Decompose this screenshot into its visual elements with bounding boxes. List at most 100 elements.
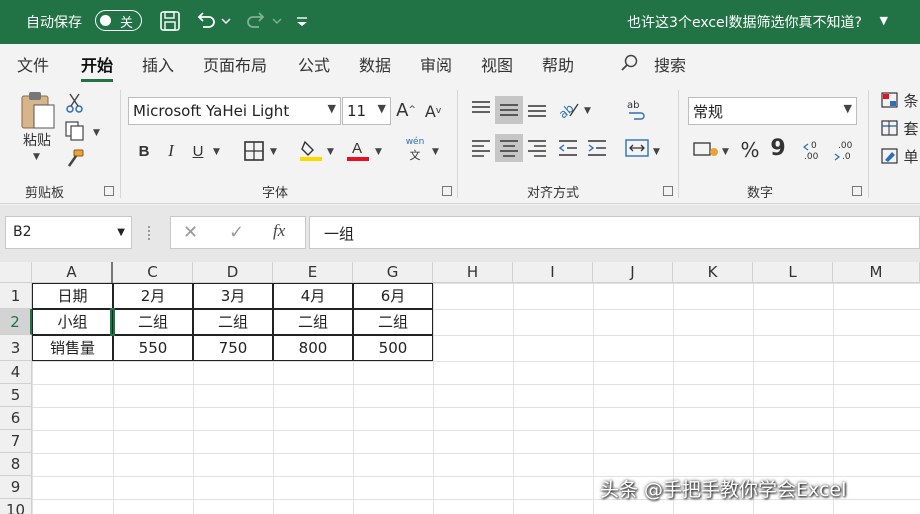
orientation-dropdown-icon[interactable]: ▼ <box>584 106 591 116</box>
format-painter-icon[interactable] <box>64 148 86 170</box>
align-top-icon[interactable] <box>469 98 493 120</box>
enter-icon[interactable]: ✓ <box>229 222 244 243</box>
copy-icon[interactable] <box>64 120 86 142</box>
cancel-icon[interactable]: ✕ <box>183 222 198 243</box>
align-center-icon[interactable] <box>495 134 523 162</box>
name-box[interactable]: B2 ▼ <box>5 216 132 249</box>
tab-help[interactable]: 帮助 <box>542 52 574 76</box>
column-header-g[interactable]: G <box>353 262 433 283</box>
fill-color-dropdown-icon[interactable]: ▼ <box>327 147 334 157</box>
cell-styles-icon[interactable] <box>880 146 900 166</box>
number-format-select[interactable]: 常规 ▼ <box>688 97 857 125</box>
font-size-select[interactable]: 11 ▼ <box>342 97 391 125</box>
cell-d2[interactable]: 二组 <box>193 309 273 335</box>
autosave-toggle[interactable]: 关 <box>95 10 142 31</box>
conditional-formatting-icon[interactable] <box>880 90 900 110</box>
column-header-d[interactable]: D <box>193 262 273 283</box>
borders-icon[interactable] <box>243 140 265 162</box>
column-header-m[interactable]: M <box>833 262 920 283</box>
customize-toolbar-icon[interactable] <box>293 9 311 33</box>
paste-button[interactable]: 粘贴 <box>18 130 56 150</box>
phonetic-dropdown-icon[interactable]: ▼ <box>432 147 439 157</box>
row-header-3[interactable]: 3 <box>0 335 32 361</box>
orientation-icon[interactable]: ab <box>556 98 580 120</box>
clipboard-launcher-icon[interactable] <box>104 186 114 196</box>
column-header-k[interactable]: K <box>673 262 753 283</box>
cell-d1[interactable]: 3月 <box>193 283 273 309</box>
align-middle-icon[interactable] <box>495 96 523 124</box>
row-header-4[interactable]: 4 <box>0 361 32 384</box>
merge-dropdown-icon[interactable]: ▼ <box>653 147 660 157</box>
column-header-c[interactable]: C <box>113 262 193 283</box>
cut-icon[interactable] <box>64 92 86 114</box>
cell-e2[interactable]: 二组 <box>273 309 353 335</box>
decrease-font-size-icon[interactable]: Av <box>422 100 444 122</box>
column-header-a[interactable]: A <box>32 262 112 283</box>
tab-insert[interactable]: 插入 <box>142 52 174 76</box>
tab-formulas[interactable]: 公式 <box>298 52 330 76</box>
row-header-7[interactable]: 7 <box>0 430 32 453</box>
underline-button[interactable]: U <box>188 140 208 162</box>
borders-dropdown-icon[interactable]: ▼ <box>270 147 277 157</box>
cell-c3[interactable]: 550 <box>113 335 193 361</box>
cell-g3[interactable]: 500 <box>353 335 433 361</box>
undo-icon[interactable] <box>194 9 218 33</box>
decrease-decimal-icon[interactable]: .00.0 <box>832 138 858 162</box>
title-dropdown-icon[interactable]: ▼ <box>880 14 888 27</box>
tab-home[interactable]: 开始 <box>81 52 114 82</box>
underline-dropdown-icon[interactable]: ▼ <box>213 147 220 157</box>
cell-a1[interactable]: 日期 <box>32 283 113 309</box>
paste-icon[interactable] <box>18 90 56 130</box>
font-color-icon[interactable]: A <box>346 138 370 162</box>
search-icon[interactable] <box>620 53 640 73</box>
bold-button[interactable]: B <box>134 140 154 162</box>
row-header-5[interactable]: 5 <box>0 384 32 407</box>
wrap-text-icon[interactable]: ab <box>625 98 649 122</box>
cell-d3[interactable]: 750 <box>193 335 273 361</box>
percent-style-button[interactable]: % <box>738 138 762 162</box>
cell-g1[interactable]: 6月 <box>353 283 433 309</box>
comma-style-button[interactable]: 9 <box>768 136 788 161</box>
cell-a3[interactable]: 销售量 <box>32 335 113 361</box>
resize-handle[interactable] <box>148 226 151 240</box>
alignment-launcher-icon[interactable] <box>663 186 673 196</box>
column-header-j[interactable]: J <box>593 262 673 283</box>
accounting-format-icon[interactable] <box>692 138 720 160</box>
cell-styles-label[interactable]: 单 <box>902 146 920 166</box>
row-header-10[interactable]: 10 <box>0 499 32 514</box>
font-name-select[interactable]: Microsoft YaHei Light ▼ <box>128 97 341 125</box>
increase-font-size-icon[interactable]: A ^ <box>395 98 417 122</box>
format-as-table-label[interactable]: 套 <box>902 118 920 138</box>
row-header-6[interactable]: 6 <box>0 407 32 430</box>
column-header-l[interactable]: L <box>753 262 833 283</box>
row-header-8[interactable]: 8 <box>0 453 32 476</box>
tab-data[interactable]: 数据 <box>359 52 391 76</box>
fill-color-icon[interactable] <box>299 138 323 162</box>
merge-center-icon[interactable] <box>624 136 650 160</box>
increase-decimal-icon[interactable]: 0.00 <box>802 138 828 162</box>
accounting-dropdown-icon[interactable]: ▼ <box>722 147 729 157</box>
align-bottom-icon[interactable] <box>525 98 549 120</box>
column-header-i[interactable]: I <box>513 262 593 283</box>
align-right-icon[interactable] <box>525 136 549 160</box>
cell-a2[interactable]: 小组 <box>32 309 113 335</box>
column-header-e[interactable]: E <box>273 262 353 283</box>
search-box[interactable]: 搜索 <box>654 52 686 76</box>
conditional-formatting-label[interactable]: 条 <box>902 90 920 110</box>
row-header-2[interactable]: 2 <box>0 309 32 335</box>
selected-cell-b2[interactable] <box>110 308 115 336</box>
row-header-1[interactable]: 1 <box>0 283 32 309</box>
formula-input[interactable]: 一组 <box>309 216 920 249</box>
copy-dropdown-icon[interactable]: ▼ <box>93 128 100 138</box>
cell-c1[interactable]: 2月 <box>113 283 193 309</box>
cell-c2[interactable]: 二组 <box>113 309 193 335</box>
number-launcher-icon[interactable] <box>852 186 862 196</box>
increase-indent-icon[interactable] <box>585 136 609 160</box>
column-header-h[interactable]: H <box>433 262 513 283</box>
insert-function-icon[interactable]: fx <box>273 221 285 241</box>
cell-e1[interactable]: 4月 <box>273 283 353 309</box>
cell-g2[interactable]: 二组 <box>353 309 433 335</box>
font-color-dropdown-icon[interactable]: ▼ <box>375 147 382 157</box>
row-header-9[interactable]: 9 <box>0 476 32 499</box>
format-as-table-icon[interactable] <box>880 118 900 138</box>
